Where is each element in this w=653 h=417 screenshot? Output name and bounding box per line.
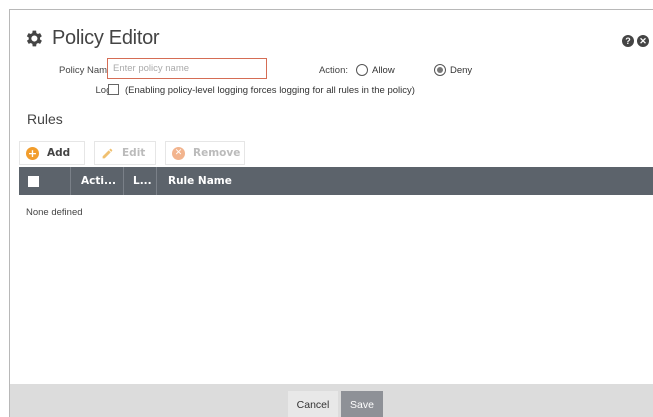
- pencil-icon: [102, 148, 113, 158]
- action-allow-label[interactable]: Allow: [372, 65, 395, 76]
- add-rule-label: Add: [47, 147, 71, 159]
- policy-editor-dialog: Policy Editor ? ✕ Policy Name: Action: A…: [9, 9, 653, 417]
- edit-rule-label: Edit: [122, 147, 146, 159]
- dialog-footer: Cancel Save: [10, 384, 653, 417]
- cancel-button[interactable]: Cancel: [288, 391, 338, 417]
- select-all-column: [19, 167, 71, 195]
- action-allow-radio[interactable]: [356, 64, 368, 76]
- action-label: Action:: [318, 65, 348, 76]
- help-icon[interactable]: ?: [622, 35, 634, 47]
- action-deny-radio[interactable]: [434, 64, 446, 76]
- rules-table-header: Acti... L... Rule Name: [19, 167, 653, 195]
- plus-icon: +: [26, 146, 39, 160]
- column-action[interactable]: Acti...: [71, 167, 124, 195]
- action-deny-label[interactable]: Deny: [450, 65, 472, 76]
- remove-rule-label: Remove: [193, 147, 241, 159]
- page-title: Policy Editor: [52, 27, 160, 49]
- column-rule-name[interactable]: Rule Name: [157, 167, 653, 195]
- close-icon[interactable]: ✕: [637, 35, 649, 47]
- log-note: (Enabling policy-level logging forces lo…: [125, 85, 415, 96]
- add-rule-button[interactable]: + Add: [19, 141, 85, 165]
- log-label: Log:: [95, 85, 115, 96]
- remove-icon: ✕: [172, 146, 185, 160]
- policy-name-input[interactable]: [107, 58, 267, 79]
- select-all-checkbox[interactable]: [28, 176, 39, 187]
- rules-empty-text: None defined: [26, 207, 83, 218]
- log-checkbox[interactable]: [108, 84, 119, 95]
- save-button[interactable]: Save: [341, 391, 383, 417]
- edit-rule-button[interactable]: Edit: [94, 141, 156, 165]
- rules-heading: Rules: [27, 111, 63, 127]
- gear-icon: [26, 30, 42, 47]
- remove-rule-button[interactable]: ✕ Remove: [165, 141, 245, 165]
- policy-name-label: Policy Name:: [59, 65, 115, 76]
- column-log[interactable]: L...: [124, 167, 157, 195]
